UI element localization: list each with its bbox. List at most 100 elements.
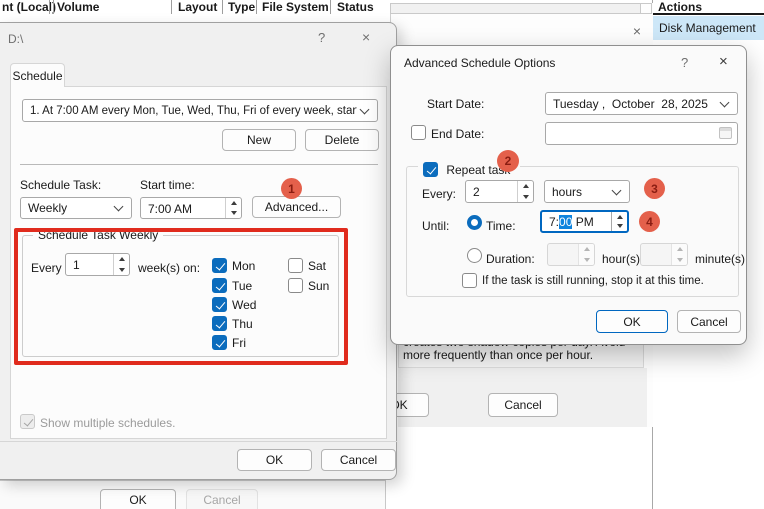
horizontal-scrollbar[interactable] [390, 3, 652, 14]
spinner-buttons[interactable] [225, 198, 241, 218]
time-label: Time: [486, 219, 516, 233]
down-arrow-icon [677, 258, 683, 262]
repeat-every-label: Every: [422, 187, 456, 201]
new-button[interactable]: New [222, 129, 296, 151]
vss-cancel-button[interactable]: Cancel [488, 393, 558, 417]
column-divider[interactable] [330, 0, 331, 14]
column-header-layout[interactable]: Layout [178, 0, 217, 14]
start-time-spinner[interactable]: 7:00 AM [140, 197, 242, 219]
background-ok-button[interactable]: OK [100, 489, 176, 509]
until-duration-radio[interactable] [467, 248, 482, 263]
up-arrow-icon [584, 247, 590, 251]
until-time-radio[interactable] [467, 215, 482, 230]
repeat-every-value: 2 [466, 181, 517, 202]
background-cancel-button[interactable]: Cancel [186, 489, 258, 509]
spinner-buttons[interactable] [611, 212, 627, 231]
duration-hours-value [548, 244, 578, 265]
selected-text: 00 [559, 215, 572, 229]
end-date-checkbox[interactable] [411, 125, 426, 140]
column-divider[interactable] [256, 0, 257, 14]
up-arrow-icon [523, 184, 529, 188]
down-arrow-icon [617, 224, 623, 228]
up-arrow-icon [231, 201, 237, 205]
column-header-filesystem[interactable]: File System [262, 0, 329, 14]
spinner-buttons[interactable] [671, 244, 687, 265]
actions-item-disk-management[interactable]: Disk Management [653, 16, 764, 40]
day-label: Thu [232, 317, 253, 331]
column-header-status[interactable]: Status [337, 0, 374, 14]
minutes-suffix-label: minute(s) [695, 252, 745, 266]
day-checkbox[interactable] [288, 258, 303, 273]
delete-button[interactable]: Delete [305, 129, 379, 151]
day-label: Tue [232, 279, 252, 293]
annotation-badge-2: 2 [497, 150, 519, 172]
tree-item-local[interactable]: nt (Local) [2, 0, 56, 14]
end-date-label: End Date: [431, 127, 484, 141]
start-date-label: Start Date: [427, 97, 484, 111]
dialog-title: Advanced Schedule Options [404, 56, 555, 70]
repeat-unit-value: hours [545, 185, 609, 199]
schedule-properties-dialog: D:\ ? × Schedule 1. At 7:00 AM every Mon… [0, 22, 397, 480]
day-label: Mon [232, 259, 255, 273]
duration-label: Duration: [486, 252, 535, 266]
actions-title-underline [653, 13, 764, 15]
calendar-icon[interactable] [719, 127, 732, 139]
start-time-value: 7:00 AM [141, 198, 225, 218]
down-arrow-icon [523, 195, 529, 199]
schedule-task-weekly-group: Schedule Task Weekly Every 1 week(s) on:… [22, 235, 339, 357]
day-checkbox[interactable] [212, 335, 227, 350]
advanced-cancel-button[interactable]: Cancel [677, 310, 741, 333]
until-time-field[interactable]: 7:00 PM [540, 210, 629, 233]
help-icon[interactable]: ? [681, 55, 688, 70]
duration-hours-spinner[interactable] [547, 243, 595, 266]
duration-minutes-spinner[interactable] [640, 243, 688, 266]
start-date-dropdown[interactable]: Tuesday , October 28, 2025 [545, 92, 738, 115]
up-arrow-icon [617, 215, 623, 219]
repeat-unit-dropdown[interactable]: hours [544, 180, 630, 203]
day-label: Sat [308, 259, 326, 273]
advanced-ok-button[interactable]: OK [596, 310, 668, 333]
day-checkbox[interactable] [212, 258, 227, 273]
column-header-type[interactable]: Type [228, 0, 255, 14]
help-icon[interactable]: ? [318, 30, 325, 45]
show-multiple-schedules-checkbox[interactable] [20, 414, 35, 429]
scrollbar-end-button[interactable] [640, 4, 651, 13]
until-label: Until: [422, 219, 449, 233]
weeks-spinner[interactable]: 1 [65, 253, 130, 276]
day-checkbox[interactable] [212, 278, 227, 293]
column-divider[interactable] [222, 0, 223, 14]
day-checkbox[interactable] [288, 278, 303, 293]
repeat-every-spinner[interactable]: 2 [465, 180, 534, 203]
spinner-buttons[interactable] [517, 181, 533, 202]
day-label: Fri [232, 336, 246, 350]
repeat-task-checkbox[interactable] [423, 162, 438, 177]
schedule-ok-button[interactable]: OK [237, 449, 312, 471]
every-label: Every [31, 261, 62, 275]
spinner-buttons[interactable] [578, 244, 594, 265]
day-checkbox[interactable] [212, 297, 227, 312]
up-arrow-icon [677, 247, 683, 251]
column-divider[interactable] [171, 0, 172, 14]
stop-task-checkbox[interactable] [462, 273, 477, 288]
annotation-badge-3: 3 [644, 178, 665, 199]
schedule-task-dropdown[interactable]: Weekly [20, 197, 132, 219]
end-date-field[interactable] [545, 122, 738, 145]
advanced-button[interactable]: Advanced... [252, 196, 341, 218]
annotation-badge-1: 1 [281, 178, 302, 199]
day-label: Sun [308, 279, 329, 293]
spinner-buttons[interactable] [113, 254, 129, 275]
time-value: 7:00 PM [542, 212, 611, 231]
schedule-task-value: Weekly [21, 201, 111, 215]
advanced-schedule-options-dialog: Advanced Schedule Options ? × Start Date… [390, 45, 747, 345]
repeat-task-group: Repeat task Every: 2 hours Until: Time: … [406, 166, 739, 297]
day-label: Wed [232, 298, 256, 312]
close-icon[interactable]: × [362, 29, 370, 45]
vss-close-icon[interactable]: × [626, 23, 648, 41]
tab-schedule[interactable]: Schedule [10, 63, 65, 87]
down-arrow-icon [231, 211, 237, 215]
schedule-list-dropdown[interactable]: 1. At 7:00 AM every Mon, Tue, Wed, Thu, … [22, 99, 378, 122]
schedule-cancel-button[interactable]: Cancel [321, 449, 396, 471]
day-checkbox[interactable] [212, 316, 227, 331]
close-icon[interactable]: × [719, 53, 728, 70]
column-header-volume[interactable]: Volume [57, 0, 99, 14]
